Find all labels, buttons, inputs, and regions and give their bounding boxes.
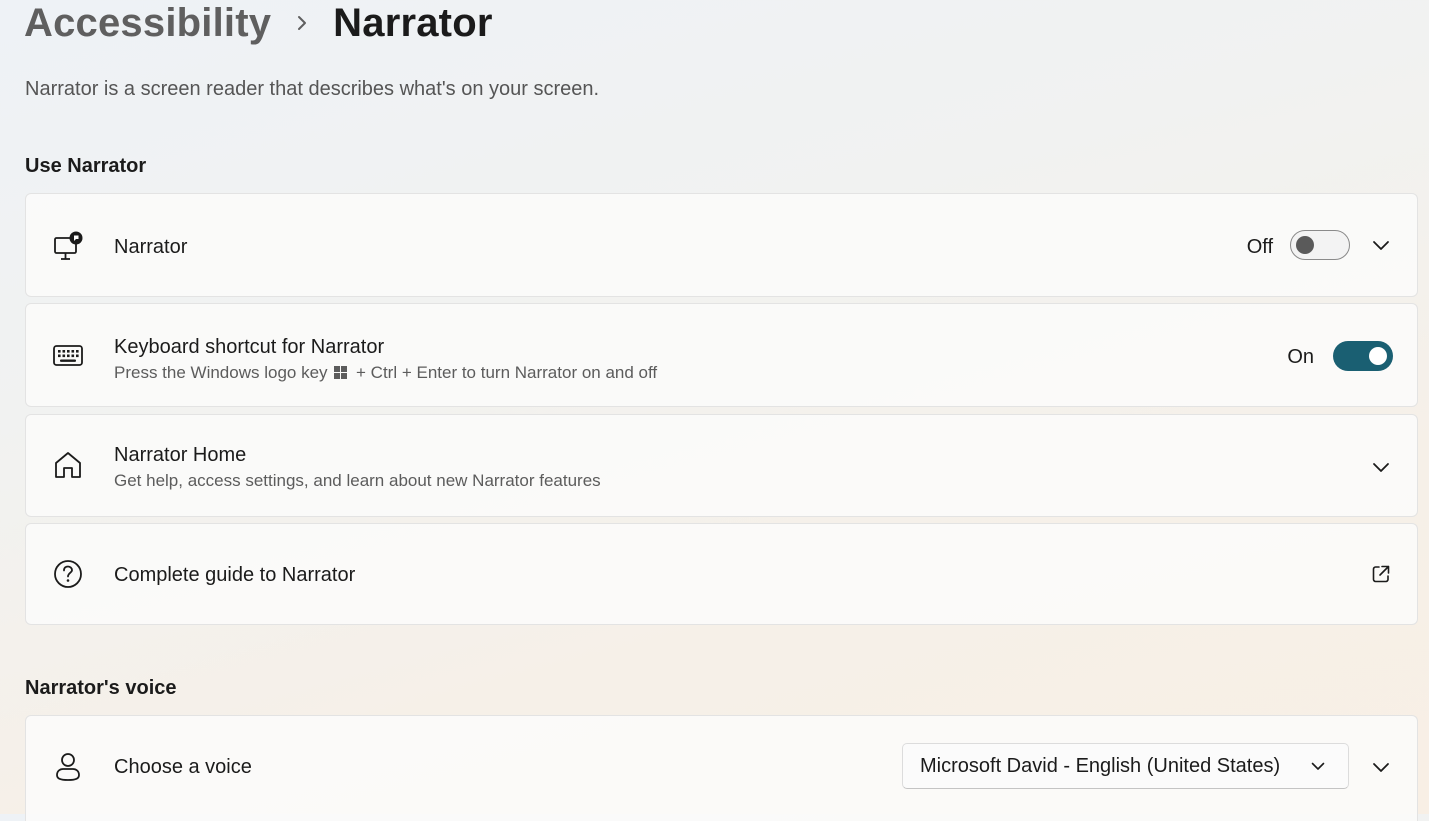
windows-logo-icon — [334, 366, 348, 379]
voice-select[interactable]: Microsoft David - English (United States… — [902, 743, 1349, 789]
chevron-down-icon[interactable] — [1371, 457, 1391, 477]
subtitle-text-after: + Ctrl + Enter to turn Narrator on and o… — [356, 363, 658, 382]
breadcrumb-accessibility[interactable]: Accessibility — [24, 1, 271, 46]
narrator-toggle[interactable] — [1290, 230, 1350, 260]
keyboard-shortcut-subtitle: Press the Windows logo key + Ctrl + Ente… — [114, 363, 657, 383]
section-title-narrators-voice: Narrator's voice — [25, 677, 177, 699]
complete-guide-row[interactable]: Complete guide to Narrator — [25, 523, 1418, 625]
toggle-knob — [1296, 236, 1314, 254]
narrator-home-row[interactable]: Narrator Home Get help, access settings,… — [25, 414, 1418, 517]
open-external-icon[interactable] — [1371, 564, 1391, 584]
narrator-toggle-state: Off — [1246, 236, 1273, 258]
keyboard-shortcut-toggle[interactable] — [1333, 341, 1393, 371]
page-description: Narrator is a screen reader that describ… — [25, 78, 600, 100]
section-title-use-narrator: Use Narrator — [25, 155, 147, 177]
breadcrumb: Accessibility Narrator — [24, 0, 493, 50]
chevron-right-icon — [298, 16, 307, 30]
help-circle-icon — [54, 560, 82, 588]
chevron-down-icon — [1311, 762, 1325, 770]
choose-voice-row[interactable]: Choose a voice Microsoft David - English… — [25, 715, 1418, 821]
subtitle-text-before: Press the Windows logo key — [114, 363, 328, 382]
narrator-row[interactable]: Narrator Off — [25, 193, 1418, 297]
keyboard-icon — [53, 345, 83, 366]
narrator-home-title: Narrator Home — [114, 444, 247, 466]
person-icon — [56, 753, 80, 781]
keyboard-shortcut-toggle-state: On — [1287, 346, 1314, 368]
keyboard-shortcut-title: Keyboard shortcut for Narrator — [114, 336, 385, 358]
chevron-down-icon[interactable] — [1371, 235, 1391, 255]
narrator-title: Narrator — [114, 236, 188, 258]
narrator-home-subtitle: Get help, access settings, and learn abo… — [114, 471, 601, 490]
complete-guide-title: Complete guide to Narrator — [114, 564, 356, 586]
narrator-monitor-icon — [54, 231, 83, 260]
choose-voice-title: Choose a voice — [114, 756, 252, 778]
chevron-down-icon[interactable] — [1371, 757, 1391, 777]
toggle-knob — [1369, 347, 1387, 365]
home-icon — [55, 452, 81, 478]
page-title: Narrator — [333, 0, 493, 45]
voice-select-value: Microsoft David - English (United States… — [920, 755, 1281, 777]
keyboard-shortcut-row: Keyboard shortcut for Narrator Press the… — [25, 303, 1418, 407]
